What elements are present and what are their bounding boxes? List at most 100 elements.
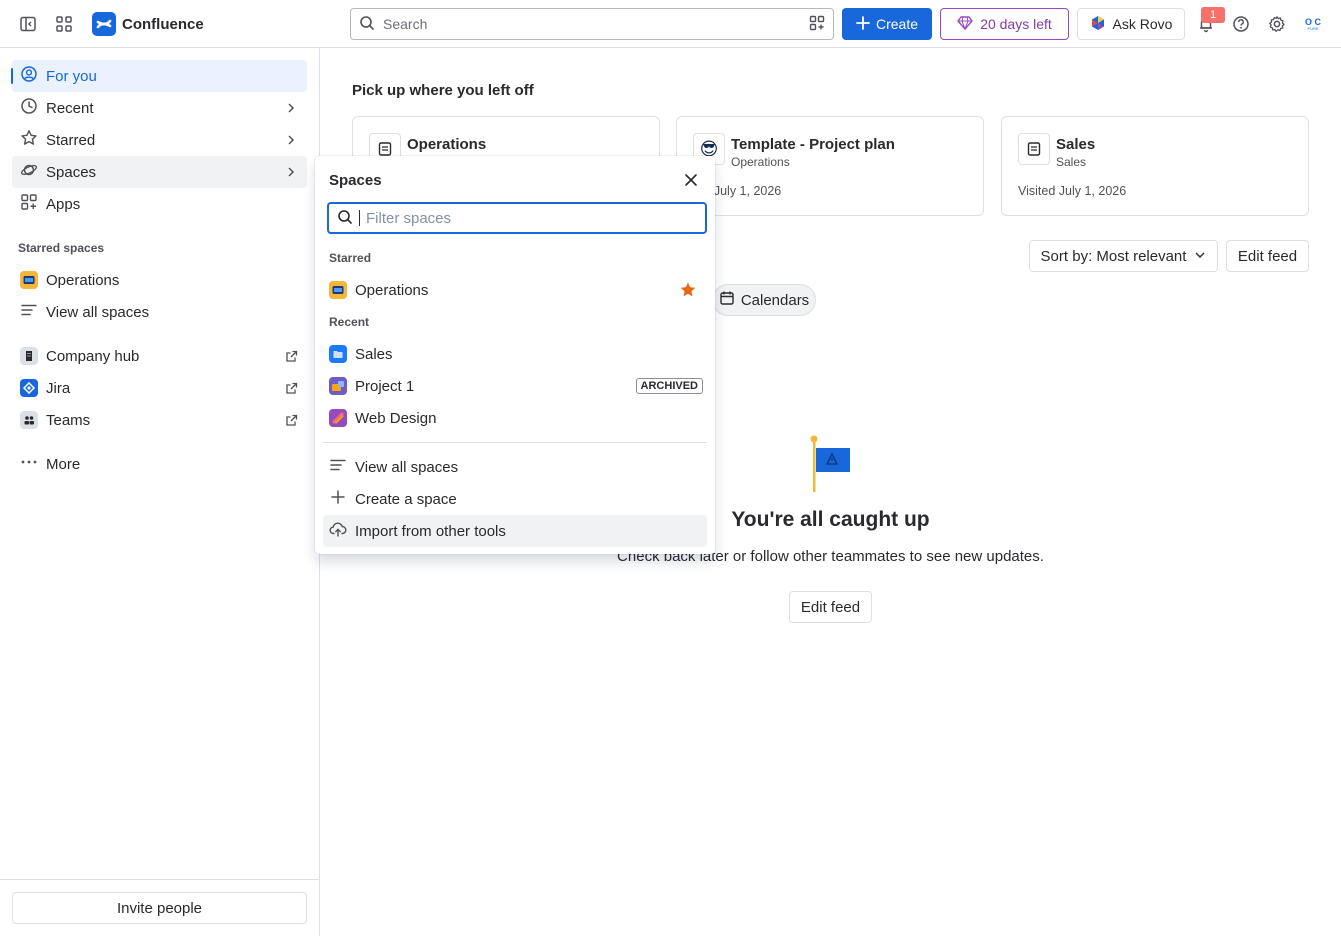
sidebar-app-jira[interactable]: Jira bbox=[12, 372, 307, 404]
filter-spaces-field[interactable] bbox=[327, 202, 707, 234]
star-filled-icon[interactable] bbox=[679, 281, 697, 299]
trial-button[interactable]: 20 days left bbox=[940, 8, 1069, 40]
sidebar-footer: Invite people bbox=[0, 879, 319, 936]
confluence-logo[interactable]: Confluence bbox=[92, 12, 204, 36]
search-box[interactable]: Search bbox=[350, 8, 834, 40]
notification-count-badge: 1 bbox=[1201, 7, 1225, 23]
settings-gear-icon[interactable] bbox=[1263, 10, 1291, 38]
page-icon bbox=[1018, 133, 1050, 165]
archived-badge: ARCHIVED bbox=[635, 378, 703, 394]
space-item-operations[interactable]: Operations bbox=[323, 274, 707, 306]
chevron-right-icon[interactable] bbox=[279, 102, 303, 114]
spaces-flyout-title: Spaces bbox=[329, 172, 382, 189]
card-title: Template - Project plan bbox=[731, 136, 895, 153]
text-cursor bbox=[359, 210, 360, 226]
list-icon bbox=[20, 301, 38, 323]
ask-rovo-button[interactable]: Ask Rovo bbox=[1077, 8, 1185, 40]
sidebar-item-for-you[interactable]: For you bbox=[11, 60, 307, 92]
list-icon bbox=[329, 456, 347, 478]
user-avatar[interactable]: O C PURE bbox=[1299, 12, 1327, 36]
sidebar-item-label: Company hub bbox=[46, 347, 140, 365]
pick-up-title: Pick up where you left off bbox=[352, 82, 534, 99]
chevron-down-icon bbox=[1194, 248, 1206, 265]
user-circle-icon bbox=[20, 65, 38, 87]
search-filter-icon[interactable] bbox=[809, 15, 825, 34]
sidebar-item-label: Apps bbox=[46, 195, 81, 213]
close-icon[interactable] bbox=[679, 168, 703, 192]
sort-dropdown[interactable]: Sort by: Most relevant bbox=[1029, 240, 1218, 272]
avatar-subtext: PURE bbox=[1307, 25, 1319, 31]
sidebar-item-label: Starred bbox=[46, 131, 96, 149]
sidebar-item-label: Spaces bbox=[46, 163, 97, 181]
help-icon[interactable] bbox=[1227, 10, 1255, 38]
starred-section-header: Starred bbox=[329, 251, 372, 265]
create-space-action[interactable]: Create a space bbox=[323, 483, 707, 515]
sidebar-item-recent[interactable]: Recent bbox=[12, 92, 307, 124]
chevron-right-icon[interactable] bbox=[279, 134, 303, 146]
confluence-logo-icon bbox=[92, 12, 116, 36]
star-icon bbox=[20, 129, 38, 151]
space-item-label: Project 1 bbox=[355, 377, 415, 395]
cloud-upload-icon bbox=[329, 520, 347, 542]
teams-icon bbox=[20, 411, 38, 429]
sidebar-item-label: More bbox=[46, 455, 81, 473]
sidebar-view-all-spaces[interactable]: View all spaces bbox=[12, 296, 307, 328]
sidebar-item-label: Operations bbox=[46, 271, 120, 289]
sidebar-app-company-hub[interactable]: Company hub bbox=[12, 340, 307, 372]
app-switcher-icon[interactable] bbox=[50, 10, 78, 38]
view-all-spaces-action[interactable]: View all spaces bbox=[323, 451, 707, 483]
edit-feed-bottom-button[interactable]: Edit feed bbox=[789, 591, 872, 623]
project-space-icon bbox=[329, 377, 347, 395]
space-item-sales[interactable]: Sales bbox=[323, 338, 707, 370]
space-item-web-design[interactable]: Web Design bbox=[323, 402, 707, 434]
recent-card[interactable]: Sales Sales Visited July 1, 2026 bbox=[1001, 116, 1309, 216]
sidebar-item-label: Teams bbox=[46, 411, 91, 429]
sidebar-app-teams[interactable]: Teams bbox=[12, 404, 307, 436]
space-item-project-1[interactable]: Project 1 ARCHIVED bbox=[323, 370, 707, 402]
sidebar-item-label: For you bbox=[46, 67, 97, 85]
import-tools-action[interactable]: Import from other tools bbox=[323, 515, 707, 547]
chevron-right-icon[interactable] bbox=[279, 166, 303, 178]
calendars-filter-chip[interactable]: Calendars bbox=[712, 284, 816, 316]
plus-icon bbox=[329, 488, 347, 510]
sidebar-more[interactable]: More bbox=[12, 448, 307, 480]
search-icon bbox=[337, 209, 353, 228]
filter-spaces-input[interactable] bbox=[366, 209, 705, 227]
sidebar-item-starred[interactable]: Starred bbox=[12, 124, 307, 156]
external-link-icon bbox=[279, 414, 303, 427]
create-button[interactable]: Create bbox=[842, 8, 932, 40]
invite-people-button[interactable]: Invite people bbox=[12, 892, 307, 924]
sidebar-item-apps[interactable]: Apps bbox=[12, 188, 307, 220]
sidebar-space-operations[interactable]: Operations bbox=[12, 264, 307, 296]
sales-space-icon bbox=[329, 345, 347, 363]
clock-icon bbox=[20, 97, 38, 119]
operations-space-icon bbox=[20, 271, 38, 289]
web-design-space-icon bbox=[329, 409, 347, 427]
external-link-icon bbox=[279, 382, 303, 395]
flag-illustration bbox=[806, 434, 856, 497]
sort-label: Sort by: Most relevant bbox=[1040, 247, 1187, 265]
trial-label: 20 days left bbox=[980, 16, 1052, 32]
rovo-icon bbox=[1090, 15, 1106, 34]
space-item-label: Web Design bbox=[355, 409, 437, 427]
create-label: Create bbox=[875, 16, 919, 32]
card-visited: Visited July 1, 2026 bbox=[1018, 184, 1127, 198]
sidebar-toggle-icon[interactable] bbox=[14, 10, 42, 38]
edit-feed-button[interactable]: Edit feed bbox=[1226, 240, 1309, 272]
planet-icon bbox=[20, 161, 38, 183]
app-name: Confluence bbox=[122, 15, 204, 33]
search-icon bbox=[359, 15, 375, 34]
recent-card[interactable]: 😎 Template - Project plan Operations ted… bbox=[676, 116, 984, 216]
ask-rovo-label: Ask Rovo bbox=[1112, 16, 1173, 32]
search-input[interactable]: Search bbox=[383, 16, 809, 32]
action-label: View all spaces bbox=[355, 458, 459, 476]
sidebar-item-spaces[interactable]: Spaces bbox=[12, 156, 307, 188]
card-subtitle: Sales bbox=[1056, 155, 1087, 169]
card-title: Sales bbox=[1056, 136, 1096, 153]
plus-icon bbox=[856, 15, 870, 33]
sidebar-item-label: Jira bbox=[46, 379, 71, 397]
sidebar-item-label: Recent bbox=[46, 99, 94, 117]
card-subtitle: Operations bbox=[731, 155, 790, 169]
gem-icon bbox=[957, 15, 973, 34]
action-label: Create a space bbox=[355, 490, 457, 508]
